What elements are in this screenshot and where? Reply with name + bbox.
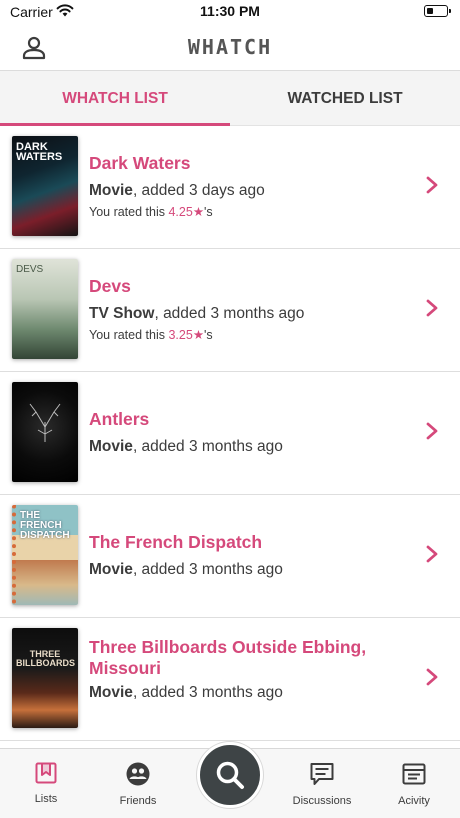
tab-activity[interactable]: Acivity <box>368 761 460 807</box>
battery-level <box>426 7 433 14</box>
poster-image: DARK WATERS <box>12 136 78 236</box>
search-button[interactable] <box>197 742 263 808</box>
poster-image: THREE BILLBOARDS <box>12 628 78 728</box>
status-bar: Carrier 11:30 PM <box>0 0 460 24</box>
poster-image: DEVS <box>12 259 78 359</box>
rating-suffix: 's <box>204 205 213 219</box>
tab-activity-label: Acivity <box>398 795 430 807</box>
item-meta: TV Show, added 3 months ago <box>89 305 304 323</box>
bookmark-list-icon <box>35 762 57 784</box>
app-title: WHATCH <box>187 35 273 59</box>
chevron-right-icon <box>426 668 438 686</box>
tab-friends-label: Friends <box>119 795 157 807</box>
rating-suffix: 's <box>204 328 213 342</box>
tab-lists-label: Lists <box>34 793 58 805</box>
item-added: , added 3 months ago <box>154 305 305 322</box>
item-title: The French Dispatch <box>89 532 263 552</box>
rating-value: 3.25 <box>168 328 193 342</box>
nav-bar: WHATCH <box>0 24 460 71</box>
item-meta: Movie, added 3 months ago <box>89 438 283 456</box>
item-title: Antlers <box>89 409 150 429</box>
item-type: Movie <box>89 182 133 199</box>
item-meta: Movie, added 3 months ago <box>89 561 283 579</box>
item-type: TV Show <box>89 305 155 322</box>
item-meta: Movie, added 3 days ago <box>89 182 265 200</box>
rating-prefix: You rated this <box>89 205 169 219</box>
tab-discussions-label: Discussions <box>292 795 352 807</box>
list-item[interactable]: THREE BILLBOARDS Three Billboards Outsid… <box>0 618 460 741</box>
item-added: , added 3 days ago <box>132 182 265 199</box>
tab-lists[interactable]: Lists <box>0 761 92 805</box>
discussion-icon <box>310 763 334 785</box>
poster-title: DEVS <box>16 264 44 275</box>
star-icon: ★ <box>192 205 205 219</box>
star-icon: ★ <box>192 328 205 342</box>
tab-discussions[interactable]: Discussions <box>276 761 368 807</box>
item-title: Devs <box>89 276 131 296</box>
item-added: , added 3 months ago <box>132 684 283 701</box>
activity-icon <box>402 763 426 785</box>
antlers-artwork <box>29 403 61 442</box>
item-title: Dark Waters <box>89 153 191 173</box>
poster-title: DARK WATERS <box>16 141 63 163</box>
chevron-right-icon <box>426 422 438 440</box>
rating-value: 4.25 <box>168 205 193 219</box>
poster-title: THE FRENCH DISPATCH <box>20 510 70 541</box>
item-rating: You rated this 3.25★'s <box>89 327 213 342</box>
list-item[interactable]: DARK WATERS Dark Waters Movie, added 3 d… <box>0 126 460 249</box>
rating-prefix: You rated this <box>89 328 169 342</box>
status-time: 11:30 PM <box>200 3 260 19</box>
friends-icon <box>126 762 150 786</box>
poster-title: THREE BILLBOARDS <box>16 649 75 668</box>
item-type: Movie <box>89 684 133 701</box>
search-icon <box>216 761 244 789</box>
item-type: Movie <box>89 561 133 578</box>
item-rating: You rated this 4.25★'s <box>89 204 213 219</box>
list-item[interactable]: THE FRENCH DISPATCH The French Dispatch … <box>0 495 460 618</box>
tab-watched-list[interactable]: WATCHED LIST <box>230 71 460 126</box>
battery-icon <box>424 5 451 17</box>
poster-image: THE FRENCH DISPATCH <box>12 505 78 605</box>
chevron-right-icon <box>426 299 438 317</box>
list-item[interactable]: DEVS Devs TV Show, added 3 months ago Yo… <box>0 249 460 372</box>
poster-image <box>12 382 78 482</box>
item-title: Three Billboards Outside Ebbing, Missour… <box>89 637 367 678</box>
item-meta: Movie, added 3 months ago <box>89 684 283 702</box>
tab-whatch-list[interactable]: WHATCH LIST <box>0 71 230 126</box>
item-added: , added 3 months ago <box>132 438 283 455</box>
chevron-right-icon <box>426 545 438 563</box>
item-type: Movie <box>89 438 133 455</box>
tab-friends[interactable]: Friends <box>92 761 184 807</box>
list-item[interactable]: Antlers Movie, added 3 months ago <box>0 372 460 495</box>
chevron-right-icon <box>426 176 438 194</box>
item-added: , added 3 months ago <box>132 561 283 578</box>
list-tabs: WHATCH LIST WATCHED LIST <box>0 71 460 126</box>
